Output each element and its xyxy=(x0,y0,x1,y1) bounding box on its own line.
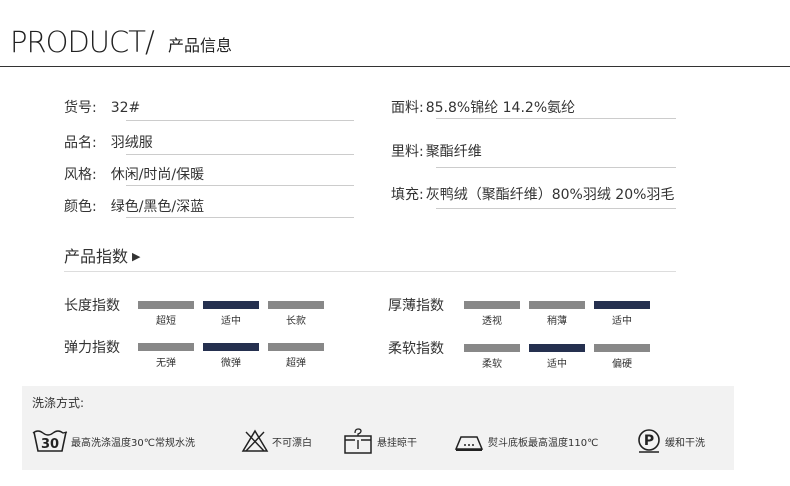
index-bar xyxy=(268,343,324,351)
field-style: 风格: 休闲/时尚/保暖 xyxy=(64,166,204,184)
index-option: 透视 xyxy=(482,316,502,327)
field-underline xyxy=(126,120,354,121)
index-bar xyxy=(268,301,324,309)
field-value: 聚酯纤维 xyxy=(425,144,482,160)
field-fabric: 面料: 85.8%锦纶 14.2%氨纶 xyxy=(391,99,575,117)
index-bar xyxy=(529,344,585,352)
index-option: 偏硬 xyxy=(612,359,632,370)
wash-item-dry-clean: P 缓和干洗 xyxy=(636,426,705,456)
index-option: 微弹 xyxy=(221,358,241,369)
wash-item-iron: 熨斗底板最高温度110℃ xyxy=(453,426,598,456)
no-bleach-icon xyxy=(241,428,269,454)
index-bar xyxy=(203,301,259,309)
field-underline xyxy=(126,154,354,155)
index-bar xyxy=(594,344,650,352)
svg-text:P: P xyxy=(644,433,654,449)
field-underline xyxy=(436,118,676,119)
index-section-title: 产品指数 ▶ xyxy=(64,247,140,267)
softness-index-label: 柔软指数 xyxy=(388,341,444,357)
wash-item-text: 熨斗底板最高温度110℃ xyxy=(488,437,599,449)
page-subtitle: 产品信息 xyxy=(168,36,233,55)
index-bar xyxy=(138,343,194,351)
index-option: 长款 xyxy=(286,316,306,327)
index-option: 稍薄 xyxy=(547,316,567,327)
washing-section: 洗涤方式: 30 最高洗涤温度30℃常规水洗 不可漂白 悬挂晾干 熨斗底板最高温… xyxy=(22,386,734,470)
field-label: 品名: xyxy=(64,135,97,151)
index-option: 柔软 xyxy=(482,359,502,370)
header: PRODUCT/ 产品信息 xyxy=(0,0,790,68)
wash-item-text: 悬挂晾干 xyxy=(377,437,417,449)
hang-dry-icon xyxy=(342,427,374,455)
index-bar xyxy=(464,344,520,352)
field-label: 面料: xyxy=(391,100,424,116)
wash-item-no-bleach: 不可漂白 xyxy=(241,426,312,456)
iron-icon xyxy=(453,429,485,453)
index-title-text: 产品指数 xyxy=(64,247,129,266)
field-underline xyxy=(126,185,354,186)
index-option: 超弹 xyxy=(286,358,306,369)
field-color: 颜色: 绿色/黑色/深蓝 xyxy=(64,198,204,216)
index-bar xyxy=(138,301,194,309)
header-divider xyxy=(0,66,790,67)
field-label: 里料: xyxy=(391,144,424,160)
field-lining: 里料: 聚酯纤维 xyxy=(391,143,482,161)
wash-item-hang-dry: 悬挂晾干 xyxy=(342,426,417,456)
field-underline xyxy=(126,217,354,218)
svg-text:30: 30 xyxy=(41,437,59,452)
index-option: 适中 xyxy=(221,316,241,327)
field-label: 颜色: xyxy=(64,199,97,215)
field-item-no: 货号: 32# xyxy=(64,99,140,117)
page-title: PRODUCT/ xyxy=(10,25,155,59)
length-index-label: 长度指数 xyxy=(64,298,120,314)
wash-30-icon: 30 xyxy=(32,428,68,454)
dry-clean-icon: P xyxy=(636,428,662,454)
field-value: 休闲/时尚/保暖 xyxy=(110,167,205,183)
elasticity-index-label: 弹力指数 xyxy=(64,340,120,356)
index-option: 适中 xyxy=(547,359,567,370)
index-bar xyxy=(464,301,520,309)
wash-item-30: 30 最高洗涤温度30℃常规水洗 xyxy=(32,426,195,456)
field-value: 32# xyxy=(110,100,141,116)
wash-item-text: 不可漂白 xyxy=(272,437,312,449)
field-underline xyxy=(436,167,676,168)
field-label: 货号: xyxy=(64,100,97,116)
thickness-index-label: 厚薄指数 xyxy=(388,298,444,314)
index-option: 超短 xyxy=(156,316,176,327)
index-option: 适中 xyxy=(612,316,632,327)
wash-item-text: 最高洗涤温度30℃常规水洗 xyxy=(71,437,195,449)
field-label: 风格: xyxy=(64,167,97,183)
field-value: 灰鸭绒（聚酯纤维）80%羽绒 20%羽毛 xyxy=(425,187,675,203)
field-product-name: 品名: 羽绒服 xyxy=(64,134,153,152)
section-divider xyxy=(64,271,676,272)
field-value: 85.8%锦纶 14.2%氨纶 xyxy=(425,100,576,116)
index-bar xyxy=(203,343,259,351)
field-filling: 填充: 灰鸭绒（聚酯纤维）80%羽绒 20%羽毛 xyxy=(391,186,674,204)
washing-title: 洗涤方式: xyxy=(32,396,85,410)
field-value: 羽绒服 xyxy=(110,135,153,151)
field-value: 绿色/黑色/深蓝 xyxy=(110,199,205,215)
field-label: 填充: xyxy=(391,187,424,203)
field-underline xyxy=(436,208,676,209)
index-bar xyxy=(594,301,650,309)
index-option: 无弹 xyxy=(156,358,176,369)
wash-item-text: 缓和干洗 xyxy=(665,437,705,449)
triangle-right-icon: ▶ xyxy=(132,250,141,263)
index-bar xyxy=(529,301,585,309)
